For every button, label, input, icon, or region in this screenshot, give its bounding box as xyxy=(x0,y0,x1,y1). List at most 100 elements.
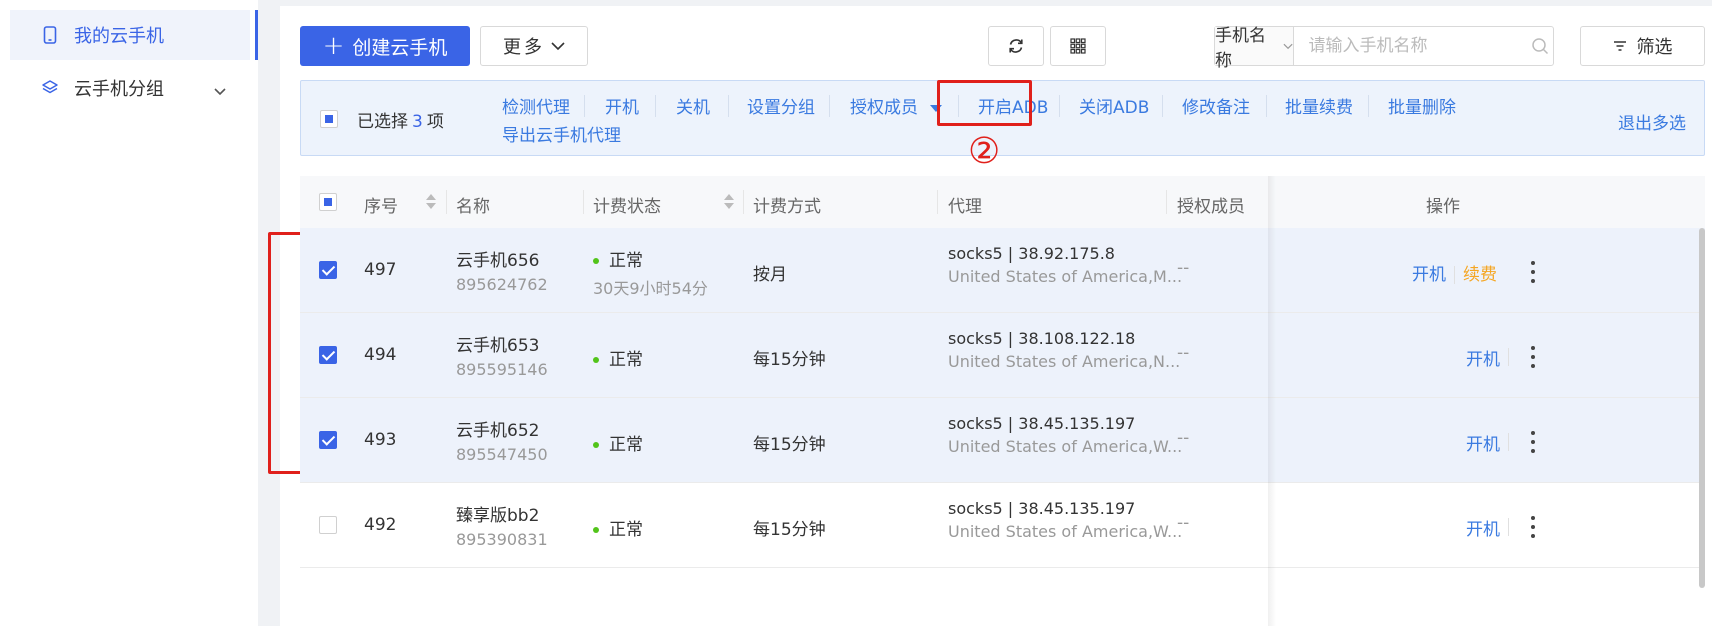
sort-icon[interactable] xyxy=(426,194,436,210)
phone-id: 895547450 xyxy=(456,445,548,464)
column-header-name: 名称 xyxy=(456,197,490,217)
table-row[interactable]: 492 臻享版bb2 895390831 正常 每15分钟 socks5 | 3… xyxy=(300,483,1705,568)
action-power-off[interactable]: 关机 xyxy=(676,93,710,118)
grid-icon xyxy=(1070,38,1086,54)
more-options-icon[interactable] xyxy=(1531,431,1535,453)
table-row[interactable]: 493 云手机652 895547450 正常 每15分钟 socks5 | 3… xyxy=(300,398,1705,483)
action-separator xyxy=(728,95,729,117)
billing-method: 每15分钟 xyxy=(753,435,826,455)
row-power-on-link[interactable]: 开机 xyxy=(1412,265,1446,285)
proxy-location: United States of America,W... xyxy=(948,522,1183,541)
create-phone-button[interactable]: + 创建云手机 xyxy=(300,26,470,66)
phone-id: 895595146 xyxy=(456,360,548,379)
sidebar-item-label: 云手机分组 xyxy=(74,79,164,100)
table-scrollbar[interactable] xyxy=(1699,228,1705,588)
row-name-cell: 云手机656 895624762 xyxy=(456,246,548,294)
billing-method: 每15分钟 xyxy=(753,350,826,370)
column-separator xyxy=(937,190,938,214)
refresh-button[interactable] xyxy=(988,26,1044,66)
row-power-on-link[interactable]: 开机 xyxy=(1466,430,1500,455)
action-separator xyxy=(1508,518,1509,536)
table-row[interactable]: 497 云手机656 895624762 正常 30天9小时54分 按月 soc… xyxy=(300,228,1705,313)
header-select-all-checkbox[interactable] xyxy=(319,193,337,211)
grid-view-button[interactable] xyxy=(1050,26,1106,66)
select-all-checkbox[interactable] xyxy=(320,110,338,128)
action-edit-remark[interactable]: 修改备注 xyxy=(1182,93,1250,118)
row-checkbox[interactable] xyxy=(319,261,337,279)
members-value: -- xyxy=(1177,513,1190,533)
plus-icon: + xyxy=(322,31,345,61)
action-batch-renew[interactable]: 批量续费 xyxy=(1285,93,1353,118)
row-name-cell: 臻享版bb2 895390831 xyxy=(456,501,548,549)
status-dot xyxy=(593,357,599,363)
phone-icon xyxy=(40,25,60,45)
row-actions: 开机 续费 xyxy=(1412,260,1497,285)
status-dot xyxy=(593,527,599,533)
proxy-location: United States of America,N... xyxy=(948,352,1181,371)
more-dropdown-button[interactable]: 更多 xyxy=(480,26,588,66)
table-row[interactable]: 494 云手机653 895595146 正常 每15分钟 socks5 | 3… xyxy=(300,313,1705,398)
action-power-on[interactable]: 开机 xyxy=(605,93,639,118)
sidebar-item-label: 我的云手机 xyxy=(74,26,164,47)
billing-method: 每15分钟 xyxy=(753,520,826,540)
members-value: -- xyxy=(1177,258,1190,278)
row-power-on-link[interactable]: 开机 xyxy=(1466,345,1500,370)
column-header-members: 授权成员 xyxy=(1177,197,1245,217)
row-power-on-link[interactable]: 开机 xyxy=(1466,515,1500,540)
sidebar-item-phone-groups[interactable]: 云手机分组 xyxy=(10,63,250,113)
phone-id: 895624762 xyxy=(456,275,548,294)
layers-icon xyxy=(40,78,60,98)
action-batch-delete[interactable]: 批量删除 xyxy=(1388,93,1456,118)
row-checkbox[interactable] xyxy=(319,516,337,534)
column-header-actions: 操作 xyxy=(1426,197,1460,217)
table-header: 序号 名称 计费状态 计费方式 代理 授权成员 操作 xyxy=(300,176,1705,228)
action-separator xyxy=(1508,348,1509,366)
phone-id: 895390831 xyxy=(456,530,548,549)
exit-multiselect-link[interactable]: 退出多选 xyxy=(1618,109,1686,134)
chevron-down-icon[interactable] xyxy=(214,80,226,101)
selection-count-text: 已选择 3 项 xyxy=(357,112,444,132)
action-authorize-members[interactable]: 授权成员 xyxy=(850,93,942,118)
proxy-address: socks5 | 38.45.135.197 xyxy=(948,414,1136,433)
status-text: 正常 xyxy=(609,435,643,455)
row-name-cell: 云手机652 895547450 xyxy=(456,416,548,464)
sidebar: 我的云手机 云手机分组 xyxy=(0,0,258,626)
search-bar: 手机名称 xyxy=(1214,26,1554,71)
more-options-icon[interactable] xyxy=(1531,516,1535,538)
phone-name: 云手机653 xyxy=(456,336,540,356)
billing-method: 按月 xyxy=(753,265,787,285)
annotation-marker-two: ② xyxy=(968,131,1001,172)
row-checkbox[interactable] xyxy=(319,431,337,449)
refresh-icon xyxy=(1009,39,1023,53)
proxy-cell: socks5 | 38.45.135.197 United States of … xyxy=(948,499,1182,541)
filter-button[interactable]: 筛选 xyxy=(1580,26,1705,66)
status-text: 正常 xyxy=(609,520,643,540)
phone-name: 云手机652 xyxy=(456,421,540,441)
search-field-select[interactable]: 手机名称 xyxy=(1215,26,1295,71)
row-number: 492 xyxy=(364,515,397,535)
action-separator xyxy=(829,95,830,117)
action-separator xyxy=(1059,95,1060,117)
column-separator xyxy=(583,190,584,214)
action-check-proxy[interactable]: 检测代理 xyxy=(502,93,570,118)
sort-icon[interactable] xyxy=(724,194,734,210)
action-disable-adb[interactable]: 关闭ADB xyxy=(1079,93,1149,118)
proxy-address: socks5 | 38.92.175.8 xyxy=(948,244,1115,263)
search-icon[interactable] xyxy=(1527,37,1553,55)
search-input[interactable] xyxy=(1294,27,1528,65)
action-export-proxy[interactable]: 导出云手机代理 xyxy=(502,121,621,146)
phone-name: 臻享版bb2 xyxy=(456,506,540,526)
more-options-icon[interactable] xyxy=(1531,261,1535,283)
action-separator xyxy=(584,95,585,117)
status-text: 正常 xyxy=(609,251,643,271)
chevron-down-icon xyxy=(551,41,565,50)
column-header-proxy: 代理 xyxy=(948,197,982,217)
proxy-location: United States of America,W... xyxy=(948,437,1183,456)
row-checkbox[interactable] xyxy=(319,346,337,364)
annotation-highlight-enable-adb xyxy=(937,80,1032,126)
more-options-icon[interactable] xyxy=(1531,346,1535,368)
members-value: -- xyxy=(1177,343,1190,363)
action-set-group[interactable]: 设置分组 xyxy=(747,93,815,118)
row-renew-link[interactable]: 续费 xyxy=(1463,265,1497,285)
sidebar-item-my-phones[interactable]: 我的云手机 xyxy=(10,10,250,60)
